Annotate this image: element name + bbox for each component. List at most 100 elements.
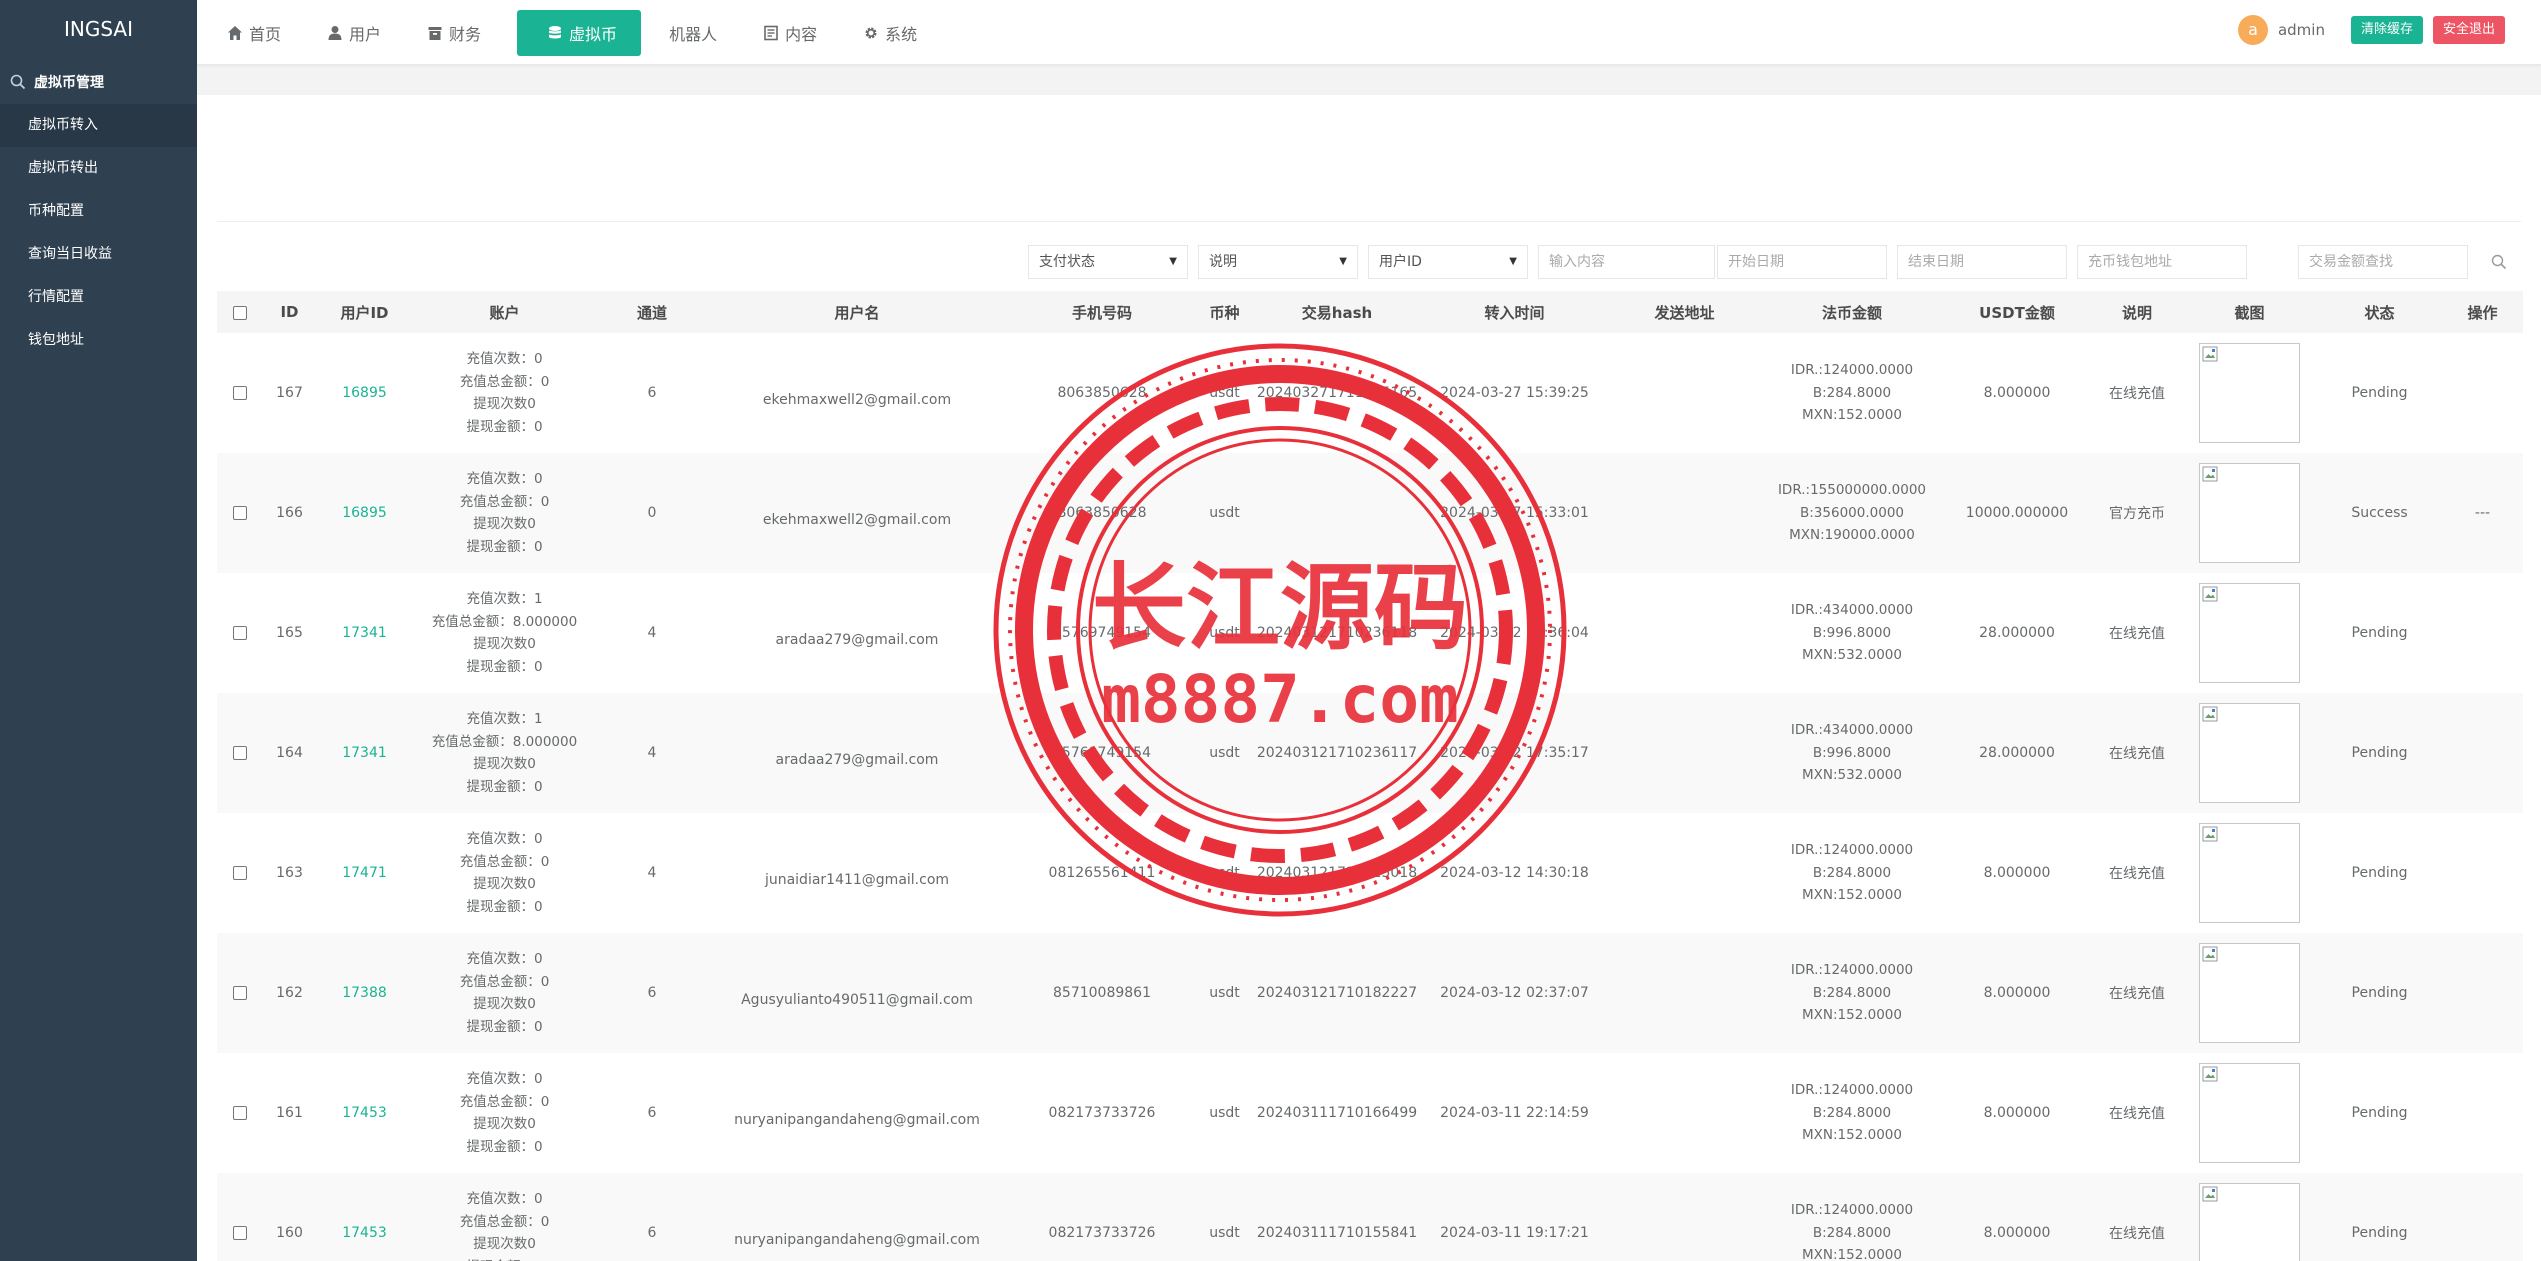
username[interactable]: admin [2278, 21, 2325, 39]
start-date-input[interactable]: 开始日期 [1717, 245, 1887, 279]
pay-status-select[interactable]: 支付状态 ▼ [1028, 245, 1188, 279]
cell-user-id-text[interactable]: 17453 [342, 1105, 387, 1121]
home-icon [228, 25, 242, 40]
sidebar-item-1[interactable]: 虚拟币转出 [0, 147, 197, 190]
cell-action[interactable] [2442, 333, 2523, 453]
row-checkbox[interactable] [232, 626, 247, 640]
cell-usdt-amount-text: 8.000000 [1983, 985, 2051, 1001]
broken-image-icon [2202, 466, 2218, 482]
cell-user-id[interactable]: 16895 [317, 333, 412, 453]
amount-search-input[interactable]: 交易金额查找 [2298, 245, 2468, 279]
cell-user-id[interactable]: 17453 [317, 1053, 412, 1173]
cell-user-id-text[interactable]: 17388 [342, 985, 387, 1001]
cell-fiat-amount: IDR.:124000.0000 B:284.8000 MXN:152.0000 [1762, 813, 1942, 933]
cell-screenshot[interactable] [2182, 333, 2317, 453]
cell-coin-text: usdt [1209, 985, 1240, 1001]
cell-user-id-text[interactable]: 17341 [342, 625, 387, 641]
cell-user-id[interactable]: 17453 [317, 1173, 412, 1261]
row-select[interactable] [217, 933, 262, 1053]
cell-action[interactable] [2442, 933, 2523, 1053]
row-select[interactable] [217, 813, 262, 933]
screenshot-thumbnail[interactable] [2199, 343, 2300, 443]
sidebar-item-3[interactable]: 查询当日收益 [0, 233, 197, 276]
cell-user-id[interactable]: 16895 [317, 453, 412, 573]
row-checkbox[interactable] [232, 506, 247, 520]
cell-fiat-amount-line: IDR.:155000000.0000 [1777, 482, 1927, 499]
cell-account-line: 提现金额：0 [466, 1018, 543, 1035]
search-icon[interactable] [2491, 254, 2507, 270]
row-checkbox[interactable] [232, 1106, 247, 1120]
row-checkbox[interactable] [232, 986, 247, 1000]
broken-image-icon [2202, 826, 2218, 842]
screenshot-thumbnail[interactable] [2199, 463, 2300, 563]
screenshot-thumbnail[interactable] [2199, 583, 2300, 683]
row-checkbox[interactable] [232, 746, 247, 760]
column-header-0[interactable] [217, 291, 262, 333]
row-select[interactable] [217, 453, 262, 573]
nav-item-1[interactable]: 用户 [297, 10, 397, 56]
cell-user-id-text[interactable]: 17341 [342, 745, 387, 761]
cell-account-line: 充值次数：0 [466, 351, 543, 367]
screenshot-thumbnail[interactable] [2199, 943, 2300, 1043]
row-checkbox[interactable] [232, 866, 247, 880]
cell-user-id[interactable]: 17471 [317, 813, 412, 933]
cell-action[interactable] [2442, 693, 2523, 813]
sidebar-item-4[interactable]: 行情配置 [0, 276, 197, 319]
cell-screenshot[interactable] [2182, 813, 2317, 933]
nav-item-4[interactable]: 机器人 [651, 10, 733, 56]
cell-user-id[interactable]: 17341 [317, 573, 412, 693]
cell-screenshot[interactable] [2182, 453, 2317, 573]
row-checkbox[interactable] [232, 386, 247, 400]
clear-cache-button[interactable]: 清除缓存 [2350, 16, 2423, 44]
screenshot-thumbnail[interactable] [2199, 1063, 2300, 1163]
avatar[interactable]: a [2237, 15, 2268, 45]
cell-screenshot[interactable] [2182, 1053, 2317, 1173]
user-id-select[interactable]: 用户ID ▼ [1368, 245, 1528, 279]
row-select[interactable] [217, 333, 262, 453]
logout-button[interactable]: 安全退出 [2432, 16, 2505, 44]
nav-item-0[interactable]: 首页 [197, 10, 297, 56]
wallet-address-input[interactable]: 充币钱包地址 [2077, 245, 2247, 279]
cell-account-line: 提现金额：0 [466, 1138, 543, 1155]
content-input[interactable]: 输入内容 [1538, 245, 1715, 279]
select-all-checkbox[interactable] [232, 305, 247, 320]
row-select[interactable] [217, 1173, 262, 1261]
cell-user-id[interactable]: 17341 [317, 693, 412, 813]
row-checkbox[interactable] [232, 1226, 247, 1240]
cell-account-line: 充值次数：1 [466, 711, 543, 727]
sidebar-group-crypto-management[interactable]: 虚拟币管理 [0, 60, 197, 104]
nav-item-6[interactable]: 系统 [833, 10, 933, 56]
cell-action[interactable]: --- [2442, 453, 2523, 573]
cell-action[interactable] [2442, 813, 2523, 933]
cell-account-line: 充值总金额：0 [459, 853, 550, 870]
cell-action[interactable] [2442, 1053, 2523, 1173]
cell-screenshot[interactable] [2182, 1173, 2317, 1261]
screenshot-thumbnail[interactable] [2199, 823, 2300, 923]
row-select[interactable] [217, 1053, 262, 1173]
cell-screenshot[interactable] [2182, 573, 2317, 693]
cell-user-id[interactable]: 17388 [317, 933, 412, 1053]
end-date-input[interactable]: 结束日期 [1897, 245, 2067, 279]
nav-item-2[interactable]: 财务 [397, 10, 497, 56]
cell-user-id-text[interactable]: 17471 [342, 865, 387, 881]
cell-user-id-text[interactable]: 16895 [342, 505, 387, 521]
screenshot-thumbnail[interactable] [2199, 703, 2300, 803]
cell-screenshot[interactable] [2182, 693, 2317, 813]
cell-usdt-amount: 8.000000 [1942, 1053, 2092, 1173]
row-select[interactable] [217, 573, 262, 693]
nav-item-5[interactable]: 内容 [733, 10, 833, 56]
cell-screenshot[interactable] [2182, 933, 2317, 1053]
sidebar-item-5[interactable]: 钱包地址 [0, 319, 197, 362]
sidebar-item-0[interactable]: 虚拟币转入 [0, 104, 197, 147]
cell-action-text[interactable]: --- [2475, 505, 2490, 521]
row-select[interactable] [217, 693, 262, 813]
description-select[interactable]: 说明 ▼ [1198, 245, 1358, 279]
nav-item-3[interactable]: 虚拟币 [517, 9, 642, 56]
cell-user-id-text[interactable]: 16895 [342, 385, 387, 401]
sidebar-item-2[interactable]: 币种配置 [0, 190, 197, 233]
cell-action[interactable] [2442, 573, 2523, 693]
cell-fiat-amount-line: B:284.8000 [1812, 864, 1892, 881]
cell-action[interactable] [2442, 1173, 2523, 1261]
cell-user-id-text[interactable]: 17453 [342, 1225, 387, 1241]
screenshot-thumbnail[interactable] [2199, 1183, 2300, 1261]
